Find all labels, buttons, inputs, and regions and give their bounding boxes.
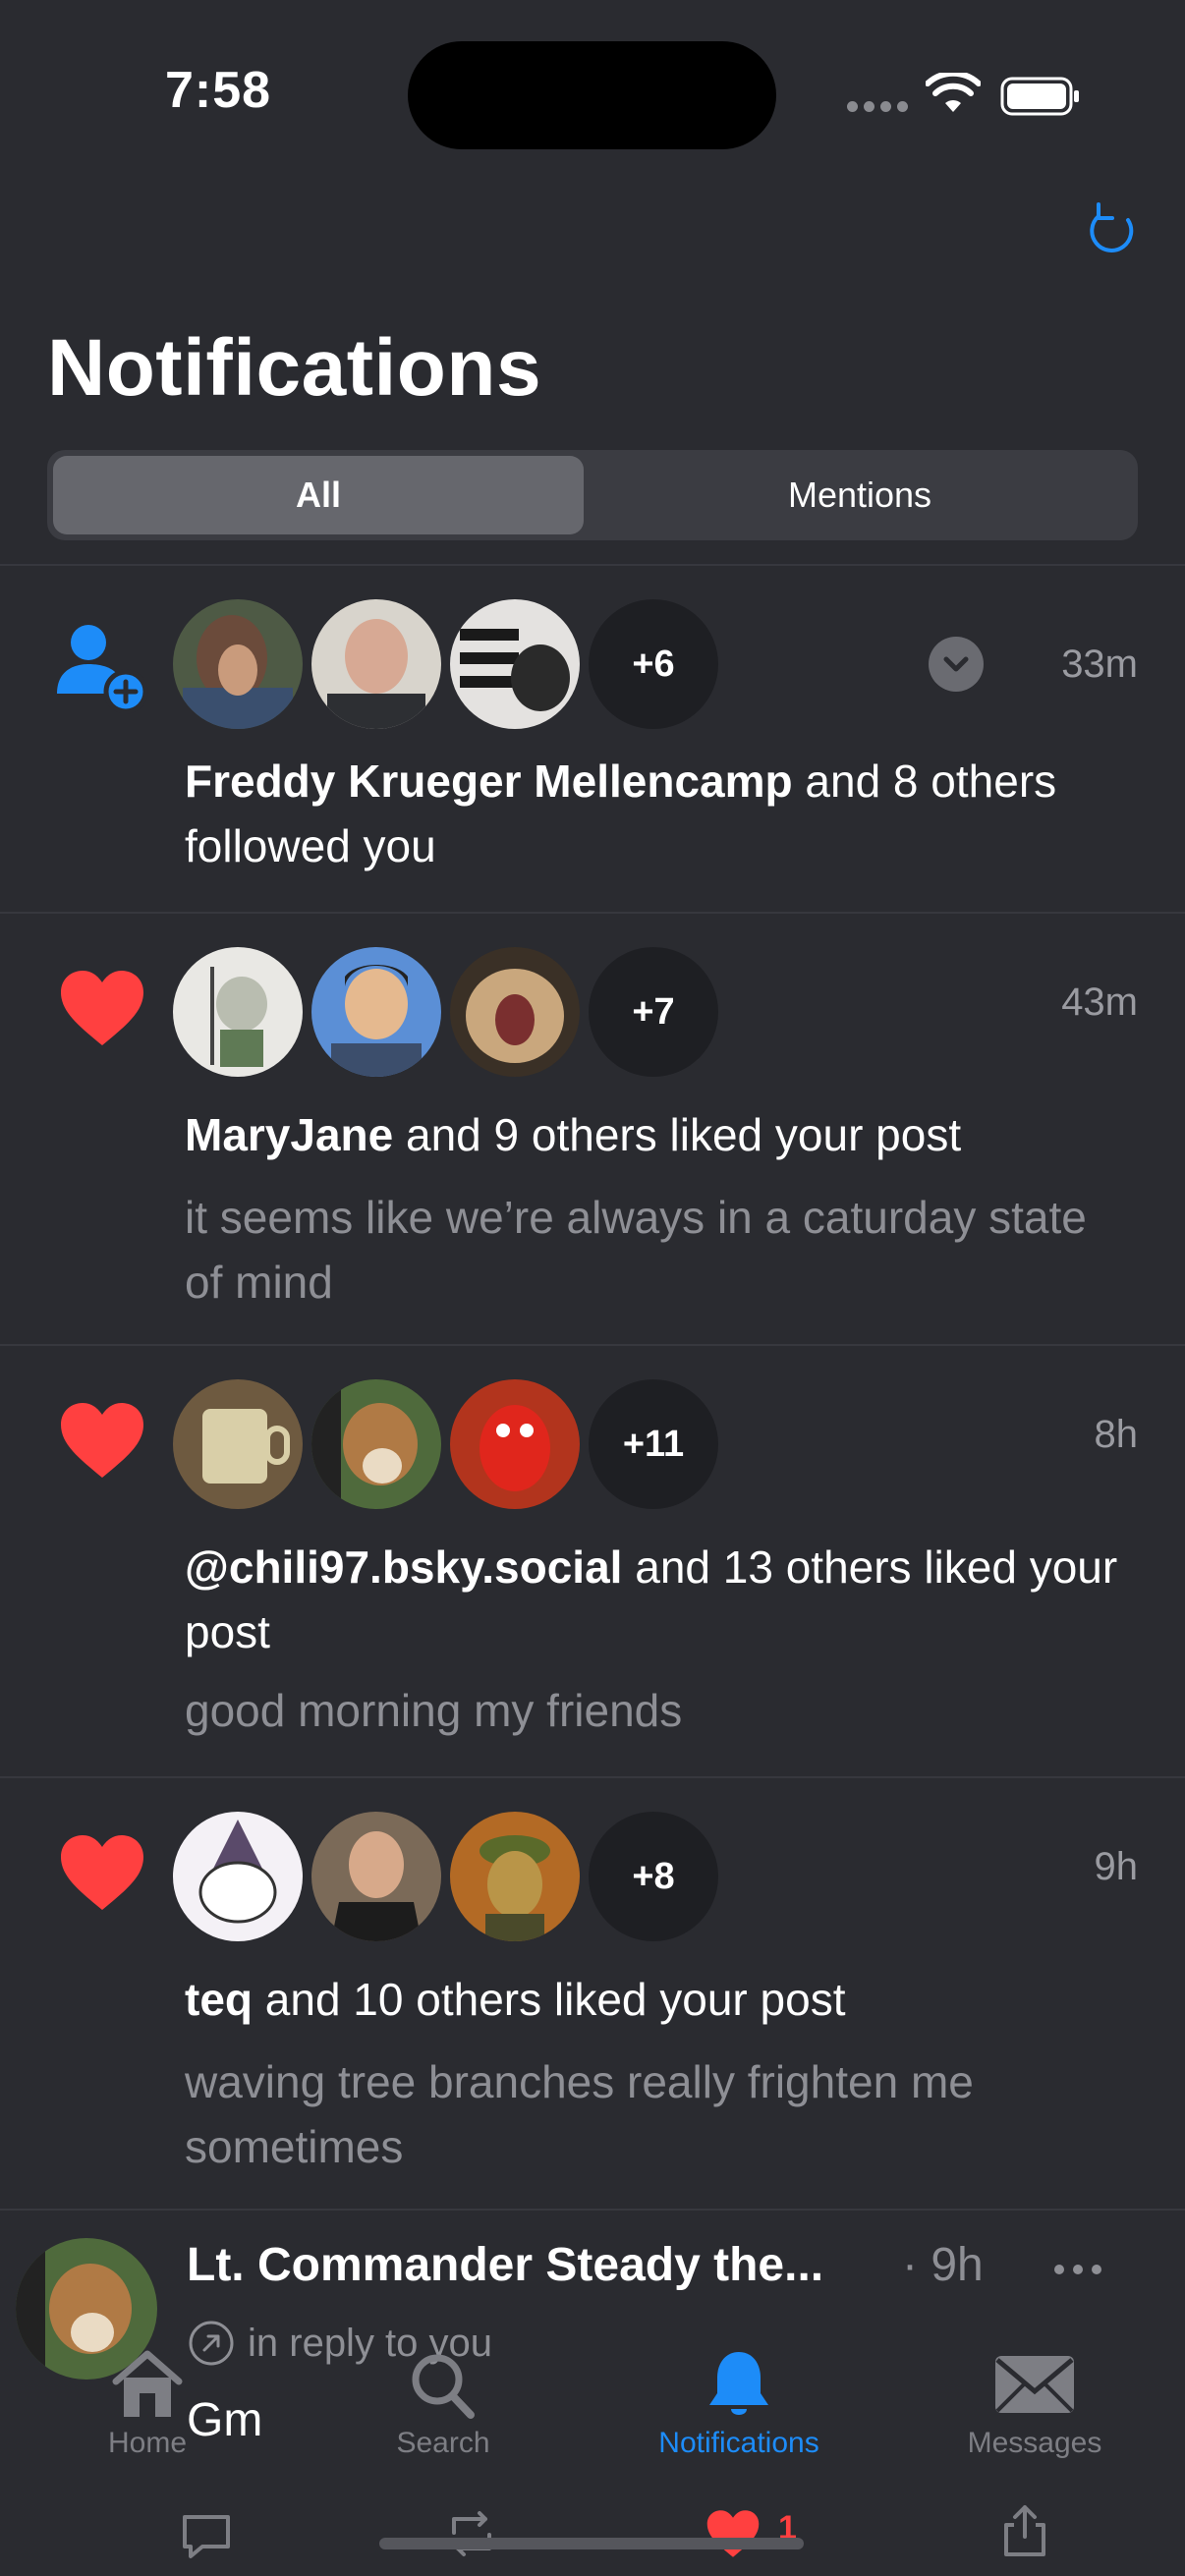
tab-home-label: Home [107, 2427, 188, 2459]
cellular-signal-icon [847, 101, 908, 113]
heart-icon [51, 1821, 153, 1924]
notification-text: teq and 10 others liked your post [185, 1967, 1118, 2032]
liked-heart-icon[interactable] [705, 2509, 761, 2558]
heart-icon [51, 1389, 153, 1491]
post-author-name[interactable]: Lt. Commander Steady the... [187, 2238, 875, 2292]
avatar[interactable] [450, 1812, 580, 1941]
notification-item[interactable]: +8 9h teq and 10 others liked your post … [0, 1776, 1185, 2209]
avatar[interactable] [311, 1812, 441, 1941]
dynamic-island [408, 41, 776, 149]
tab-mentions[interactable]: Mentions [588, 456, 1132, 534]
home-indicator[interactable] [379, 2538, 804, 2549]
tab-search[interactable]: Search [315, 2348, 571, 2476]
notification-item[interactable]: +11 8h @chili97.bsky.social and 13 other… [0, 1344, 1185, 1776]
notification-text: @chili97.bsky.social and 13 others liked… [185, 1535, 1118, 1664]
actor-name[interactable]: MaryJane [185, 1109, 393, 1160]
post-snippet[interactable]: waving tree branches really frighten me … [185, 2049, 1089, 2179]
avatar[interactable] [450, 1379, 580, 1509]
envelope-icon [995, 2356, 1074, 2413]
status-time: 7:58 [165, 62, 272, 119]
post-age-value: 9h [931, 2239, 984, 2291]
avatar[interactable] [311, 947, 441, 1077]
more-avatars-badge[interactable]: +8 [589, 1812, 718, 1941]
reply-icon[interactable] [179, 2511, 234, 2560]
post-snippet[interactable]: good morning my friends [185, 1678, 1089, 1743]
notification-filter: All Mentions [47, 450, 1138, 540]
actor-name[interactable]: Freddy Krueger Mellencamp [185, 756, 793, 807]
tab-messages-label: Messages [967, 2427, 1102, 2459]
more-options-icon[interactable] [1051, 2260, 1104, 2279]
post-age-separator: · [902, 2239, 918, 2291]
home-icon [112, 2350, 183, 2417]
bell-icon [709, 2352, 768, 2415]
actor-name[interactable]: teq [185, 1974, 253, 2025]
chevron-down-icon[interactable] [929, 637, 984, 692]
more-avatars-badge[interactable]: +6 [589, 599, 718, 729]
post-action-row: 1 [0, 2503, 1185, 2562]
avatar-stack: +11 [173, 1379, 723, 1509]
notification-text: Freddy Krueger Mellencamp and 8 others f… [185, 749, 1118, 878]
share-icon[interactable] [998, 2503, 1051, 2558]
avatar[interactable] [311, 1379, 441, 1509]
notification-age: 33m [1061, 643, 1138, 686]
battery-icon [1000, 77, 1079, 116]
actor-name[interactable]: @chili97.bsky.social [185, 1541, 622, 1593]
status-bar: 7:58 [0, 0, 1185, 187]
tab-notifications[interactable]: Notifications [611, 2348, 867, 2476]
notification-age: 43m [1061, 980, 1138, 1024]
avatar[interactable] [173, 947, 303, 1077]
avatar[interactable] [173, 599, 303, 729]
tab-home[interactable]: Home [20, 2348, 275, 2476]
avatar[interactable] [450, 599, 580, 729]
wifi-icon [926, 73, 981, 112]
notification-item[interactable]: +7 43m MaryJane and 9 others liked your … [0, 912, 1185, 1344]
more-avatars-badge[interactable]: +7 [589, 947, 718, 1077]
post-snippet[interactable]: it seems like we’re always in a caturday… [185, 1185, 1089, 1315]
avatar[interactable] [173, 1812, 303, 1941]
repost-icon[interactable] [444, 2509, 499, 2558]
search-icon [412, 2354, 475, 2419]
avatar-stack: +8 [173, 1812, 723, 1941]
tab-search-label: Search [396, 2427, 490, 2459]
avatar-stack: +7 [173, 947, 723, 1077]
notification-item[interactable]: +6 33m Freddy Krueger Mellencamp and 8 o… [0, 564, 1185, 912]
avatar[interactable] [450, 947, 580, 1077]
post-age: · 9h [902, 2238, 984, 2292]
tab-all[interactable]: All [53, 456, 584, 534]
avatar[interactable] [173, 1379, 303, 1509]
notification-action: and 10 others liked your post [253, 1974, 846, 2025]
page-title: Notifications [47, 323, 542, 413]
avatar[interactable] [311, 599, 441, 729]
refresh-icon[interactable] [1085, 200, 1140, 259]
follow-icon [51, 613, 153, 715]
divider [0, 2209, 1185, 2211]
more-avatars-badge[interactable]: +11 [589, 1379, 718, 1509]
heart-icon [51, 957, 153, 1059]
tab-messages[interactable]: Messages [907, 2348, 1162, 2476]
notification-age: 8h [1094, 1413, 1139, 1456]
notification-action: and 9 others liked your post [393, 1109, 962, 1160]
tab-notifications-label: Notifications [658, 2427, 819, 2459]
avatar-stack: +6 [173, 599, 984, 729]
notification-text: MaryJane and 9 others liked your post [185, 1102, 1118, 1167]
notification-age: 9h [1094, 1845, 1139, 1888]
